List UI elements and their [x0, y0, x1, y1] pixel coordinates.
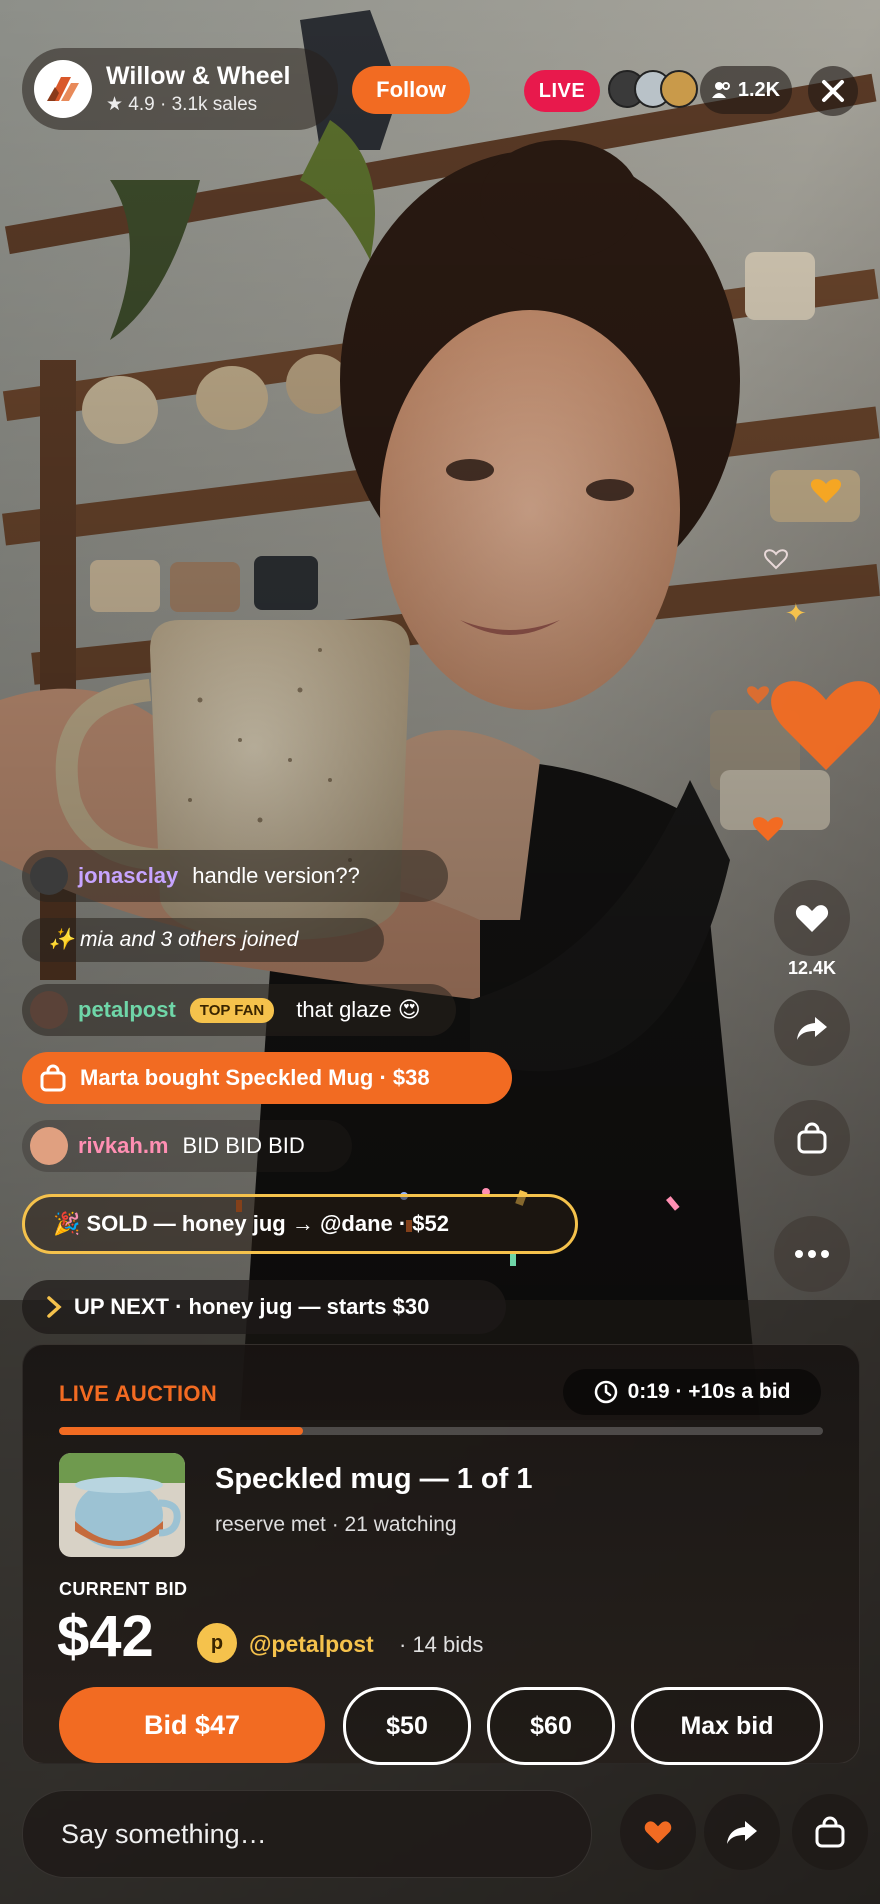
share-icon: [727, 1821, 757, 1844]
chat-message: rivkah.m BID BID BID: [22, 1120, 352, 1172]
shop-button-bottom[interactable]: [792, 1794, 868, 1870]
shopping-bag-icon: [815, 1816, 845, 1848]
heart-icon: [644, 1821, 672, 1844]
chat-input[interactable]: [59, 1817, 563, 1851]
max-bid-button[interactable]: Max bid: [631, 1687, 823, 1765]
follow-button[interactable]: Follow: [352, 66, 470, 114]
avatar: [30, 991, 68, 1029]
more-icon: [795, 1250, 829, 1258]
more-button[interactable]: [774, 1216, 850, 1292]
chat-username[interactable]: petalpost: [78, 997, 176, 1023]
sold-notice: 🎉 SOLD — honey jug → @dane · $52: [22, 1194, 578, 1254]
item-subtitle: reserve met · 21 watching: [215, 1513, 457, 1536]
chat-message: petalpost TOP FAN that glaze 😍: [22, 984, 456, 1036]
avatar: [30, 1127, 68, 1165]
top-fan-badge: TOP FAN: [189, 997, 275, 1023]
bid-option-60[interactable]: $60: [487, 1687, 615, 1765]
timer-text: 0:19 · +10s a bid: [627, 1380, 791, 1403]
join-text: ✨ mia and 3 others joined: [48, 928, 299, 951]
chat-text: that glaze 😍: [296, 997, 421, 1022]
chat-composer[interactable]: [22, 1790, 592, 1878]
shop-button[interactable]: [774, 1100, 850, 1176]
like-count: 12.4K: [787, 958, 837, 978]
people-icon: [711, 82, 730, 98]
bid-option-50[interactable]: $50: [343, 1687, 471, 1765]
like-button[interactable]: [774, 880, 850, 956]
seller-rating: ★ 4.9 · 3.1k sales: [106, 94, 258, 115]
shopping-bag-icon: [40, 1064, 66, 1092]
shopping-bag-icon: [797, 1122, 827, 1154]
chat-text: BID BID BID: [182, 1133, 305, 1158]
share-button-bottom[interactable]: [704, 1794, 780, 1870]
avatar: [30, 857, 68, 895]
bid-button[interactable]: Bid $47: [59, 1687, 325, 1763]
close-icon: [822, 80, 844, 102]
seller-logo: [34, 60, 92, 118]
auction-progress-fill: [59, 1427, 304, 1435]
send-heart-button[interactable]: [620, 1794, 696, 1870]
clock-icon: [594, 1380, 617, 1404]
up-next-text: UP NEXT · honey jug — starts $30: [74, 1294, 430, 1319]
current-bid-label: CURRENT BID: [59, 1579, 188, 1599]
viewer-avatar: [660, 70, 698, 108]
bid-count: · 14 bids: [399, 1632, 484, 1657]
heart-icon: [795, 905, 829, 932]
chat-text: handle version??: [192, 863, 360, 888]
seller-profile-pill[interactable]: Willow & Wheel ★ 4.9 · 3.1k sales: [22, 48, 338, 130]
sold-text: 🎉 SOLD — honey jug → @dane · $52: [53, 1211, 450, 1236]
live-badge: LIVE: [524, 70, 600, 112]
live-auction-label: LIVE AUCTION: [59, 1381, 218, 1406]
auction-timer: 0:19 · +10s a bid: [563, 1369, 821, 1415]
current-bid-amount: $42: [57, 1604, 154, 1669]
chat-username[interactable]: rivkah.m: [78, 1133, 169, 1159]
viewer-count-value: 1.2K: [737, 78, 781, 101]
item-title: Speckled mug — 1 of 1: [215, 1463, 533, 1495]
chat-join-notice: ✨ mia and 3 others joined: [22, 918, 384, 962]
purchase-notice: Marta bought Speckled Mug · $38: [22, 1052, 512, 1104]
up-next-banner[interactable]: UP NEXT · honey jug — starts $30: [22, 1280, 506, 1334]
item-thumbnail[interactable]: [59, 1453, 185, 1557]
bidder-avatar: p: [197, 1623, 237, 1663]
top-bidder[interactable]: @petalpost: [249, 1631, 374, 1658]
share-button[interactable]: [774, 990, 850, 1066]
chat-username[interactable]: jonasclay: [78, 863, 178, 889]
svg-text:✦: ✦: [785, 598, 807, 628]
seller-name: Willow & Wheel: [106, 62, 291, 90]
viewer-count[interactable]: 1.2K: [700, 66, 792, 114]
share-icon: [797, 1017, 827, 1040]
live-auction-card: LIVE AUCTION 0:19 · +10s a bid Speckled …: [22, 1344, 860, 1765]
chat-message: jonasclay handle version??: [22, 850, 448, 902]
auction-progress-bar: [59, 1427, 823, 1435]
close-button[interactable]: [808, 66, 858, 116]
purchase-text: Marta bought Speckled Mug · $38: [80, 1065, 430, 1090]
chevron-right-icon: [47, 1296, 62, 1318]
